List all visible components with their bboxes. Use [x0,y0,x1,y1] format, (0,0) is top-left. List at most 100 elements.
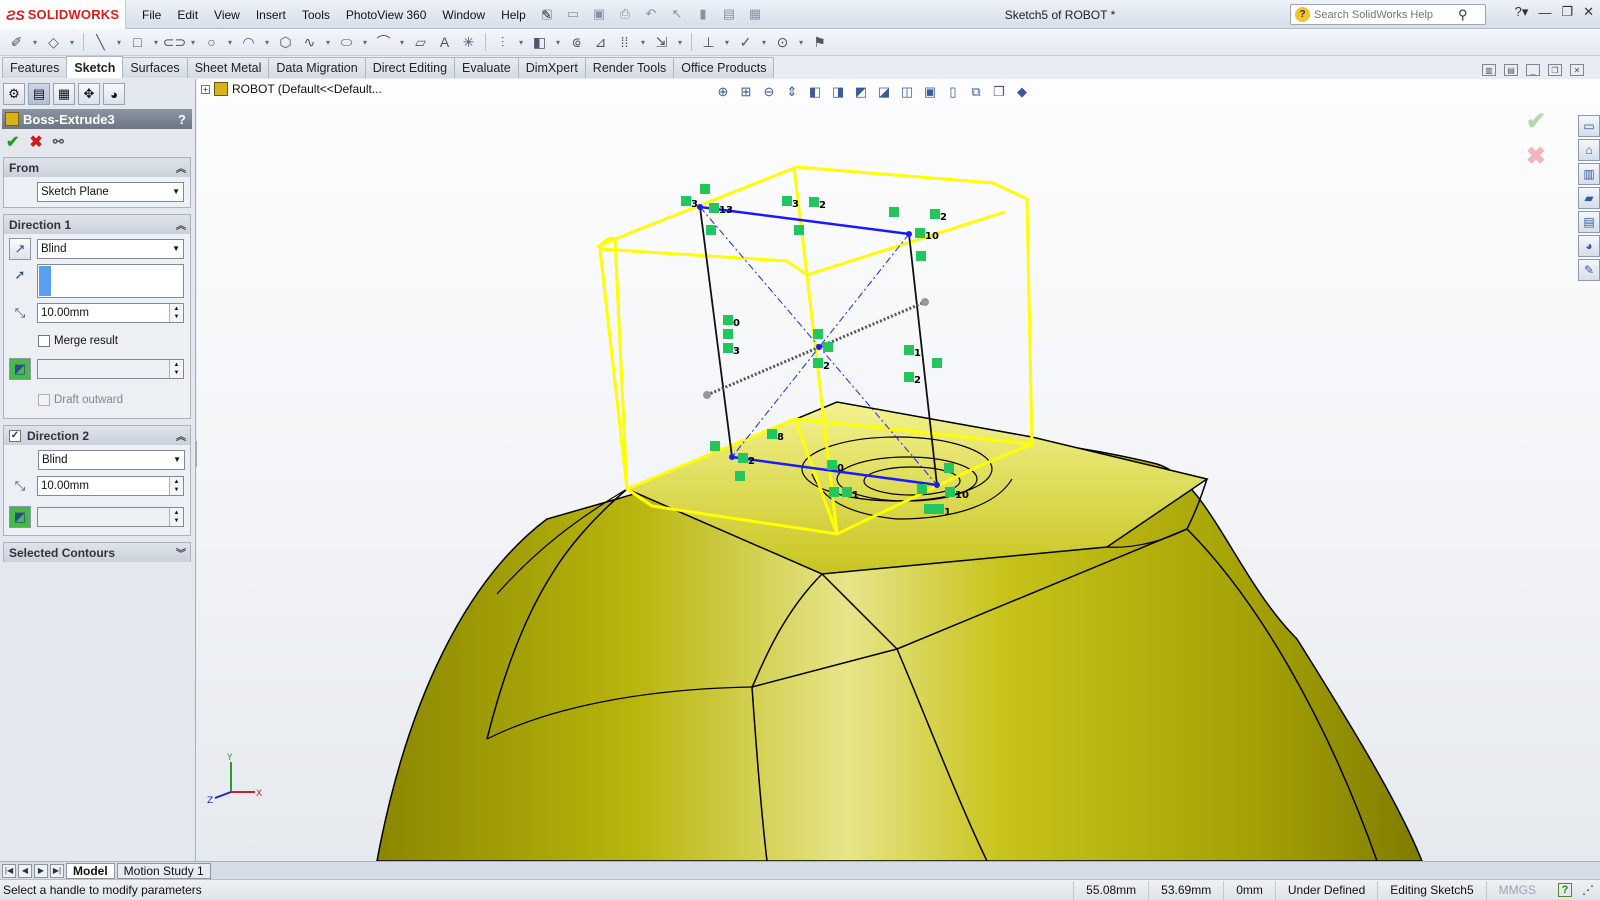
display-relations-icon[interactable]: ⊥ [698,32,719,53]
tile-horizontal-icon[interactable]: ▥ [1482,64,1496,76]
relation-marker[interactable]: 0 [723,315,740,329]
status-units[interactable]: MMGS [1485,880,1548,900]
trim-entities-icon[interactable]: ⫶ [492,32,513,53]
view-normal-icon[interactable]: ▯ [943,83,963,101]
feature-manager-tab-icon[interactable]: ⚙ [3,83,25,105]
start-condition-select[interactable]: Sketch Plane ▼ [37,182,184,202]
select-pointer-icon[interactable]: ↖ [666,5,688,23]
doc-restore-icon[interactable]: ❐ [1548,64,1562,76]
direction-vector-selection-box[interactable] [37,264,184,298]
close-icon[interactable]: ✕ [1583,4,1594,20]
ellipse-icon[interactable]: ⬭ [336,32,357,53]
save-icon[interactable]: ▣ [588,5,610,23]
cancel-x-icon[interactable]: ✖ [29,132,42,152]
property-manager-tab-icon[interactable]: ▤ [28,83,50,105]
arc-icon[interactable]: ◠ [238,32,259,53]
resources-icon[interactable]: ▭ [1578,115,1600,137]
hide-show-icon[interactable]: ◆ [1012,83,1032,101]
tab-motion-study[interactable]: Motion Study 1 [116,862,211,879]
new-document-icon[interactable]: ▢ [536,5,558,23]
file-properties-icon[interactable]: ▤ [718,5,740,23]
tab-sheet-metal[interactable]: Sheet Metal [186,57,270,78]
display-manager-tab-icon[interactable]: ◕ [103,83,125,105]
direction2-group-header[interactable]: ✓ Direction 2 ︽ [4,426,190,445]
help-menu-icon[interactable]: ?▾ [1515,4,1529,20]
dropdown-arrow-icon[interactable]: ▾ [516,32,526,53]
dropdown-arrow-icon[interactable]: ▾ [759,32,769,53]
plane-icon[interactable]: ▱ [410,32,431,53]
view-left-icon[interactable]: ◩ [851,83,871,101]
dropdown-arrow-icon[interactable]: ▾ [323,32,333,53]
tab-surfaces[interactable]: Surfaces [122,57,188,78]
next-tab-icon[interactable]: ▶ [34,863,48,878]
view-palette-icon[interactable]: ▤ [1578,211,1600,233]
display-style-icon[interactable]: ❒ [989,83,1009,101]
help-button[interactable]: ? [178,112,186,127]
view-back-icon[interactable]: ◨ [828,83,848,101]
relation-marker[interactable]: 2 [809,197,826,211]
view-bottom-icon[interactable]: ▣ [920,83,940,101]
smart-dimension-icon[interactable]: ◇ [43,32,64,53]
dimxpert-manager-tab-icon[interactable]: ✥ [78,83,100,105]
open-folder-icon[interactable]: ▭ [562,5,584,23]
direction2-draft-angle-input[interactable]: ▲ ▼ [37,507,184,527]
chevron-up-icon[interactable]: ︽ [176,428,186,443]
slot-icon[interactable]: ⊂⊃ [163,32,186,53]
menu-file[interactable]: File [134,8,169,22]
zoom-to-area-icon[interactable]: ⊞ [736,83,756,101]
convert-entities-icon[interactable]: ◧ [529,32,550,53]
menu-window[interactable]: Window [434,8,493,22]
polygon-icon[interactable]: ⬡ [275,32,296,53]
section-view-icon[interactable]: ⇕ [782,83,802,101]
expand-plus-icon[interactable]: + [201,84,210,94]
dropdown-arrow-icon[interactable]: ▾ [638,32,648,53]
dropdown-arrow-icon[interactable]: ▾ [151,32,161,53]
draft-angle-input[interactable]: ▲ ▼ [37,359,184,379]
dropdown-arrow-icon[interactable]: ▾ [67,32,77,53]
spline-icon[interactable]: ∿ [299,32,320,53]
dropdown-arrow-icon[interactable]: ▾ [114,32,124,53]
dropdown-arrow-icon[interactable]: ▾ [262,32,272,53]
3d-model-scene[interactable]: 3 13 3 2 2 10 0 3 1 2 2 8 2 0 1 10 1 Y X… [197,79,1600,861]
design-library-icon[interactable]: ▥ [1578,163,1600,185]
menu-edit[interactable]: Edit [169,8,206,22]
options-icon[interactable]: ▦ [744,5,766,23]
feature-tree-flyout[interactable]: + ROBOT (Default<<Default... [201,82,382,96]
direction1-depth-input[interactable]: 10.00mm ▲ ▼ [37,303,184,323]
rebuild-icon[interactable]: ▮ [692,5,714,23]
linear-pattern-icon[interactable]: ⁞⁞ [614,32,635,53]
tab-office-products[interactable]: Office Products [673,57,775,78]
confirm-cancel-icon[interactable]: ✖ [1526,142,1546,171]
repair-sketch-icon[interactable]: ✓ [735,32,756,53]
status-resize-grip-icon[interactable]: ⋰ [1582,883,1600,897]
custom-properties-icon[interactable]: ✎ [1578,259,1600,281]
chevron-up-icon[interactable]: ︽ [176,217,186,232]
offset-entities-icon[interactable]: ⟃ [566,32,587,53]
relation-marker[interactable]: 3 [723,343,740,357]
dropdown-arrow-icon[interactable]: ▾ [30,32,40,53]
relation-marker[interactable]: 2 [904,372,921,386]
relation-marker[interactable]: 3 [782,196,799,210]
circle-icon[interactable]: ○ [201,32,222,53]
zoom-to-fit-icon[interactable]: ⊕ [713,83,733,101]
from-group-header[interactable]: From ︽ [4,158,190,177]
rapid-sketch-icon[interactable]: ⚑ [809,32,830,53]
tab-direct-editing[interactable]: Direct Editing [364,57,456,78]
search-icon[interactable]: ⚲ [1458,7,1468,23]
tab-sketch[interactable]: Sketch [66,56,124,78]
relation-marker[interactable]: 1 [904,345,921,359]
fillet-icon[interactable]: ⌒ [373,32,394,53]
doc-close-icon[interactable]: ✕ [1570,64,1584,76]
tab-render-tools[interactable]: Render Tools [584,57,675,78]
chevron-down-icon[interactable]: ︾ [176,545,186,560]
configuration-manager-tab-icon[interactable]: ▦ [53,83,75,105]
chevron-up-icon[interactable]: ︽ [176,160,186,175]
menu-view[interactable]: View [206,8,248,22]
merge-result-checkbox[interactable]: Merge result [38,335,118,347]
mirror-entities-icon[interactable]: ⊿ [590,32,611,53]
direction1-end-condition-select[interactable]: Blind ▼ [37,239,184,259]
tab-model[interactable]: Model [66,862,115,879]
draft-on-off-icon[interactable]: ◩ [9,358,31,380]
view-right-icon[interactable]: ◪ [874,83,894,101]
first-tab-icon[interactable]: |◀ [2,863,16,878]
